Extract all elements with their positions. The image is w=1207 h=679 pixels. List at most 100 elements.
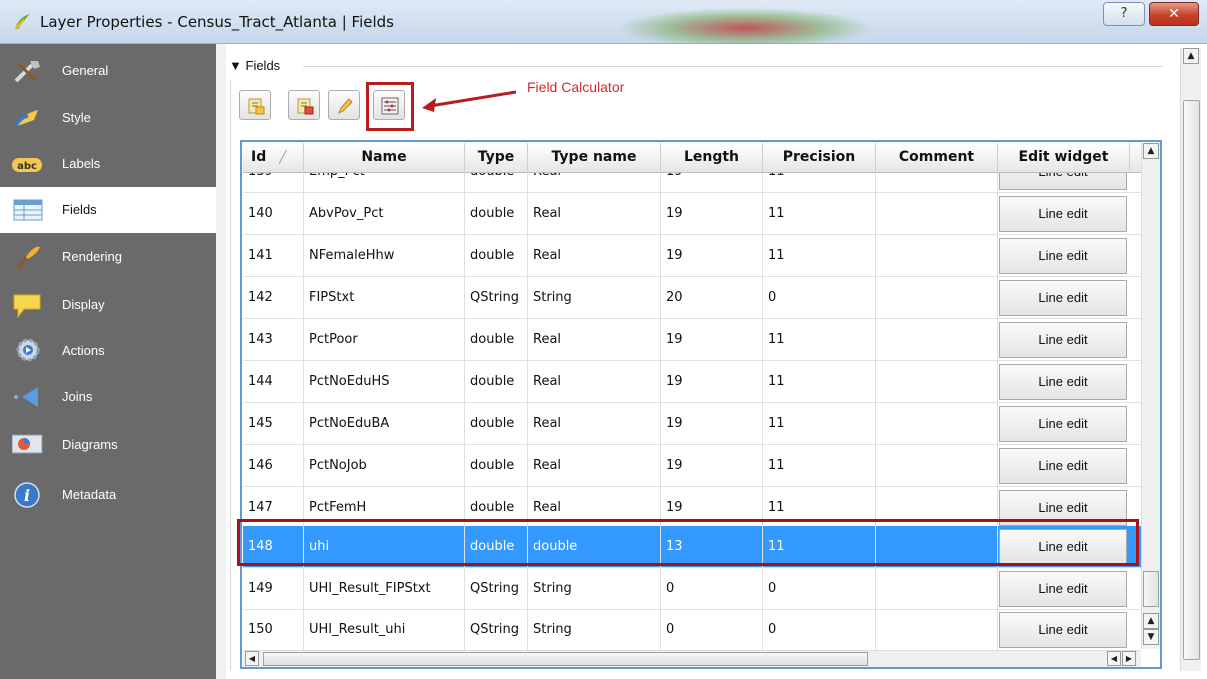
table-row[interactable]: 139Emp_PctdoubleReal1911 Line edit xyxy=(243,173,1141,193)
cell-precision: 0 xyxy=(763,277,876,319)
cell-name: UHI_Result_FIPStxt xyxy=(304,568,465,610)
cell-comment[interactable] xyxy=(876,173,998,193)
table-row[interactable]: 146 PctNoJob double Real 19 11 Line edit xyxy=(243,445,1141,487)
cell-name: PctNoEduBA xyxy=(304,403,465,445)
edit-widget-button[interactable]: Line edit xyxy=(999,406,1127,442)
cell-comment[interactable] xyxy=(876,609,998,651)
edit-widget-button[interactable]: Line edit xyxy=(999,364,1127,400)
sidebar-item-labels[interactable]: abc Labels xyxy=(0,141,216,187)
sidebar-item-diagrams[interactable]: Diagrams xyxy=(0,422,216,468)
background-map-preview xyxy=(620,8,870,48)
cell-id: 150 xyxy=(243,609,304,651)
diagrams-icon xyxy=(12,434,43,454)
sidebar-splitter[interactable] xyxy=(216,44,226,679)
table-row[interactable]: 142 FIPStxt QString String 20 0 Line edit xyxy=(243,277,1141,319)
edit-widget-button[interactable]: Line edit xyxy=(999,173,1127,190)
table-row[interactable]: 144 PctNoEduHS double Real 19 11 Line edit xyxy=(243,361,1141,403)
column-header-edit-widget[interactable]: Edit widget xyxy=(998,143,1130,173)
cell-type: double xyxy=(465,235,528,277)
column-header-name[interactable]: Name xyxy=(304,143,465,173)
edit-widget-button[interactable]: Line edit xyxy=(999,280,1127,316)
table-horizontal-scrollbar[interactable]: ◀ ◀ ▶ xyxy=(243,650,1141,667)
cell-comment[interactable] xyxy=(876,193,998,235)
sidebar-item-actions[interactable]: Actions xyxy=(0,328,216,374)
delete-field-icon xyxy=(297,98,314,115)
scroll-up-arrow-icon[interactable]: ▲ xyxy=(1183,48,1199,64)
column-header-id[interactable]: Id ╱ xyxy=(243,143,304,173)
sidebar-item-joins[interactable]: Joins xyxy=(0,374,216,420)
labels-icon: abc xyxy=(12,158,42,172)
table-horizontal-scroll-thumb[interactable] xyxy=(263,652,868,666)
close-button[interactable]: ✕ xyxy=(1149,2,1199,26)
table-row[interactable]: 143 PctPoor double Real 19 11 Line edit xyxy=(243,319,1141,361)
sidebar-item-metadata[interactable]: i Metadata xyxy=(0,472,216,518)
scroll-up-arrow-icon[interactable]: ▲ xyxy=(1143,143,1159,159)
actions-icon xyxy=(16,338,40,362)
help-button[interactable]: ? xyxy=(1103,2,1145,26)
window-title: Layer Properties - Census_Tract_Atlanta … xyxy=(40,13,394,31)
new-field-button[interactable] xyxy=(239,90,271,120)
cell-comment[interactable] xyxy=(876,445,998,487)
panel-vertical-scrollbar[interactable]: ▲ xyxy=(1180,48,1201,671)
scroll-left-arrow-icon[interactable]: ◀ xyxy=(1107,651,1121,666)
selected-row-highlight xyxy=(237,519,1139,566)
column-header-comment[interactable]: Comment xyxy=(876,143,998,173)
cell-type: double xyxy=(465,319,528,361)
cell-length: 20 xyxy=(661,277,763,319)
cell-id: 149 xyxy=(243,568,304,610)
sidebar-item-style[interactable]: Style xyxy=(0,95,216,141)
table-row[interactable]: 140 AbvPov_Pct double Real 19 11 Line edit xyxy=(243,193,1141,235)
cell-id: 145 xyxy=(243,403,304,445)
cell-length: 19 xyxy=(661,193,763,235)
cell-type-name: Real xyxy=(528,445,661,487)
cell-type-name: Real xyxy=(528,361,661,403)
cell-comment[interactable] xyxy=(876,277,998,319)
cell-precision: 11 xyxy=(763,445,876,487)
column-header-precision[interactable]: Precision xyxy=(763,143,876,173)
cell-name: Emp_Pct xyxy=(304,173,465,193)
cell-length: 0 xyxy=(661,568,763,610)
edit-widget-button[interactable]: Line edit xyxy=(999,448,1127,484)
scroll-up-arrow-icon[interactable]: ▲ xyxy=(1143,613,1159,629)
joins-icon xyxy=(14,387,38,407)
column-header-type[interactable]: Type xyxy=(465,143,528,173)
cell-name: FIPStxt xyxy=(304,277,465,319)
column-header-length[interactable]: Length xyxy=(661,143,763,173)
sidebar: General Style abc Labels Fields Renderin… xyxy=(0,44,216,679)
sidebar-item-fields[interactable]: Fields xyxy=(0,187,216,233)
sidebar-item-display[interactable]: Display xyxy=(0,282,216,328)
table-row[interactable]: 150 UHI_Result_uhi QString String 0 0 Line edi… xyxy=(243,609,1141,651)
style-icon xyxy=(14,110,38,127)
table-vertical-scrollbar[interactable]: ▲ ▲ ▼ xyxy=(1141,143,1160,649)
table-row[interactable]: 145 PctNoEduBA double Real 19 11 Line edit xyxy=(243,403,1141,445)
cell-comment[interactable] xyxy=(876,361,998,403)
cell-id: 143 xyxy=(243,319,304,361)
toggle-editing-button[interactable] xyxy=(328,90,360,120)
table-row[interactable]: 141 NFemaleHhw double Real 19 11 Line edit xyxy=(243,235,1141,277)
delete-field-button[interactable] xyxy=(288,90,320,120)
rendering-icon xyxy=(16,246,40,270)
table-vertical-scroll-thumb[interactable] xyxy=(1143,571,1159,607)
sidebar-item-rendering[interactable]: Rendering xyxy=(0,234,216,280)
edit-widget-button[interactable]: Line edit xyxy=(999,571,1127,607)
cell-comment[interactable] xyxy=(876,319,998,361)
panel-vertical-scroll-thumb[interactable] xyxy=(1183,100,1200,660)
table-row[interactable]: 149 UHI_Result_FIPStxt QString String 0 0 Line… xyxy=(243,568,1141,610)
edit-widget-button[interactable]: Line edit xyxy=(999,612,1127,648)
edit-widget-button[interactable]: Line edit xyxy=(999,322,1127,358)
cell-comment[interactable] xyxy=(876,403,998,445)
cell-id: 146 xyxy=(243,445,304,487)
sidebar-item-label: Diagrams xyxy=(62,437,118,452)
edit-widget-button[interactable]: Line edit xyxy=(999,238,1127,274)
cell-comment[interactable] xyxy=(876,235,998,277)
sidebar-item-general[interactable]: General xyxy=(0,48,216,94)
fields-group-header[interactable]: ▼ Fields xyxy=(229,58,280,73)
cell-type-name: String xyxy=(528,568,661,610)
cell-type-name: Real xyxy=(528,173,661,193)
column-header-type-name[interactable]: Type name xyxy=(528,143,661,173)
cell-comment[interactable] xyxy=(876,568,998,610)
scroll-right-arrow-icon[interactable]: ▶ xyxy=(1122,651,1136,666)
scroll-left-arrow-icon[interactable]: ◀ xyxy=(245,651,259,666)
scroll-down-arrow-icon[interactable]: ▼ xyxy=(1143,629,1159,645)
edit-widget-button[interactable]: Line edit xyxy=(999,196,1127,232)
